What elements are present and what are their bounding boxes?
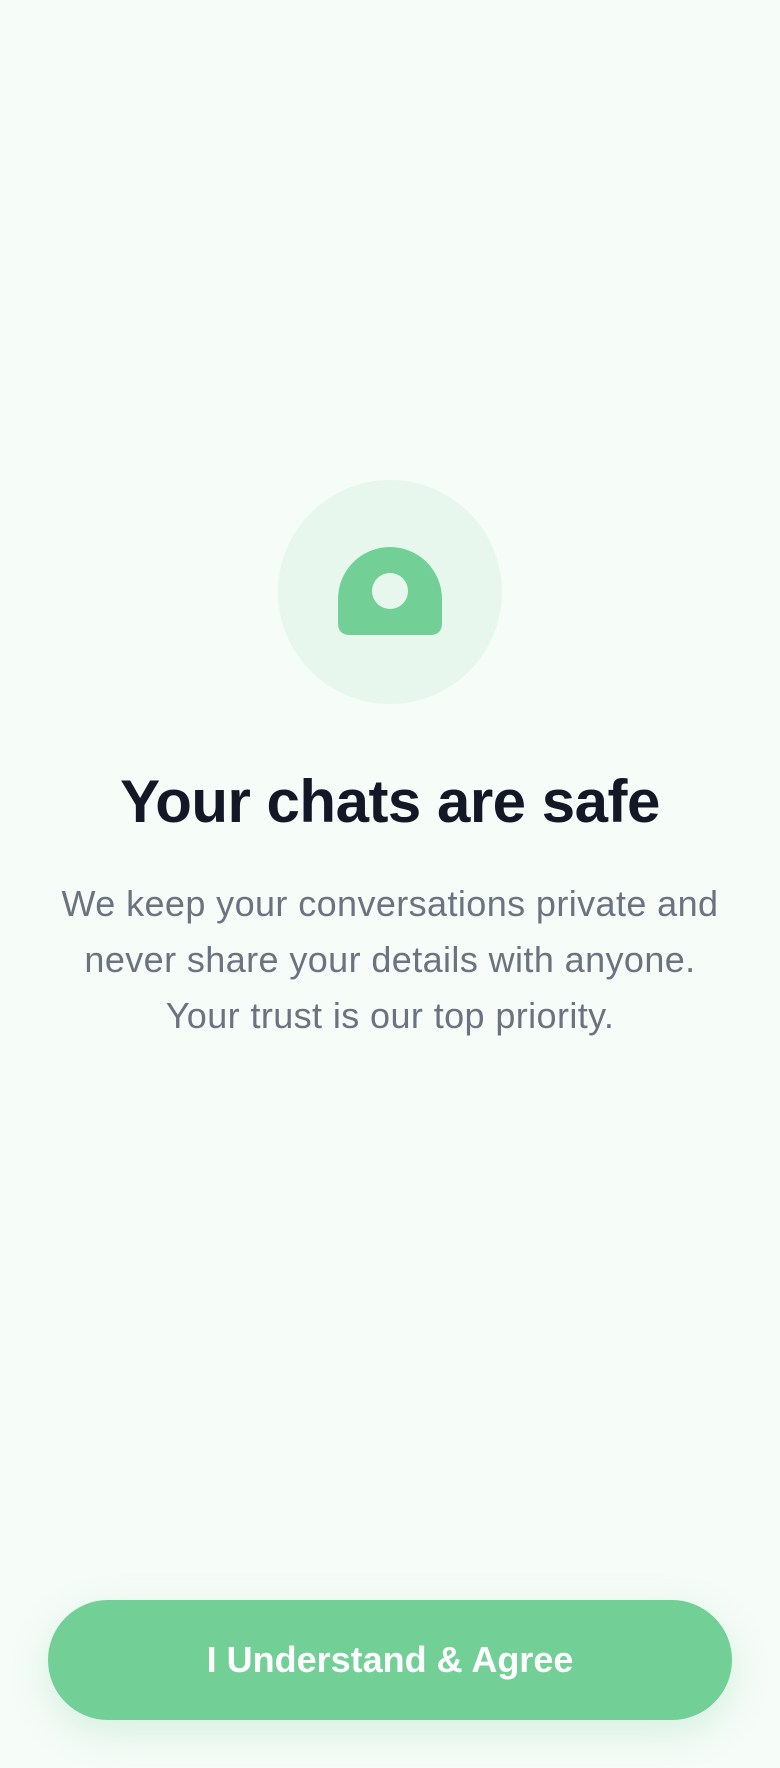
- hero-section: Your chats are safe We keep your convers…: [0, 480, 780, 1044]
- privacy-onboarding-screen: Your chats are safe We keep your convers…: [0, 0, 780, 1768]
- lock-shield-icon: [338, 547, 442, 637]
- agree-button[interactable]: I Understand & Agree: [48, 1600, 732, 1720]
- page-title: Your chats are safe: [120, 768, 660, 835]
- privacy-description: We keep your conversations private and n…: [61, 883, 719, 1036]
- icon-badge: [278, 480, 502, 704]
